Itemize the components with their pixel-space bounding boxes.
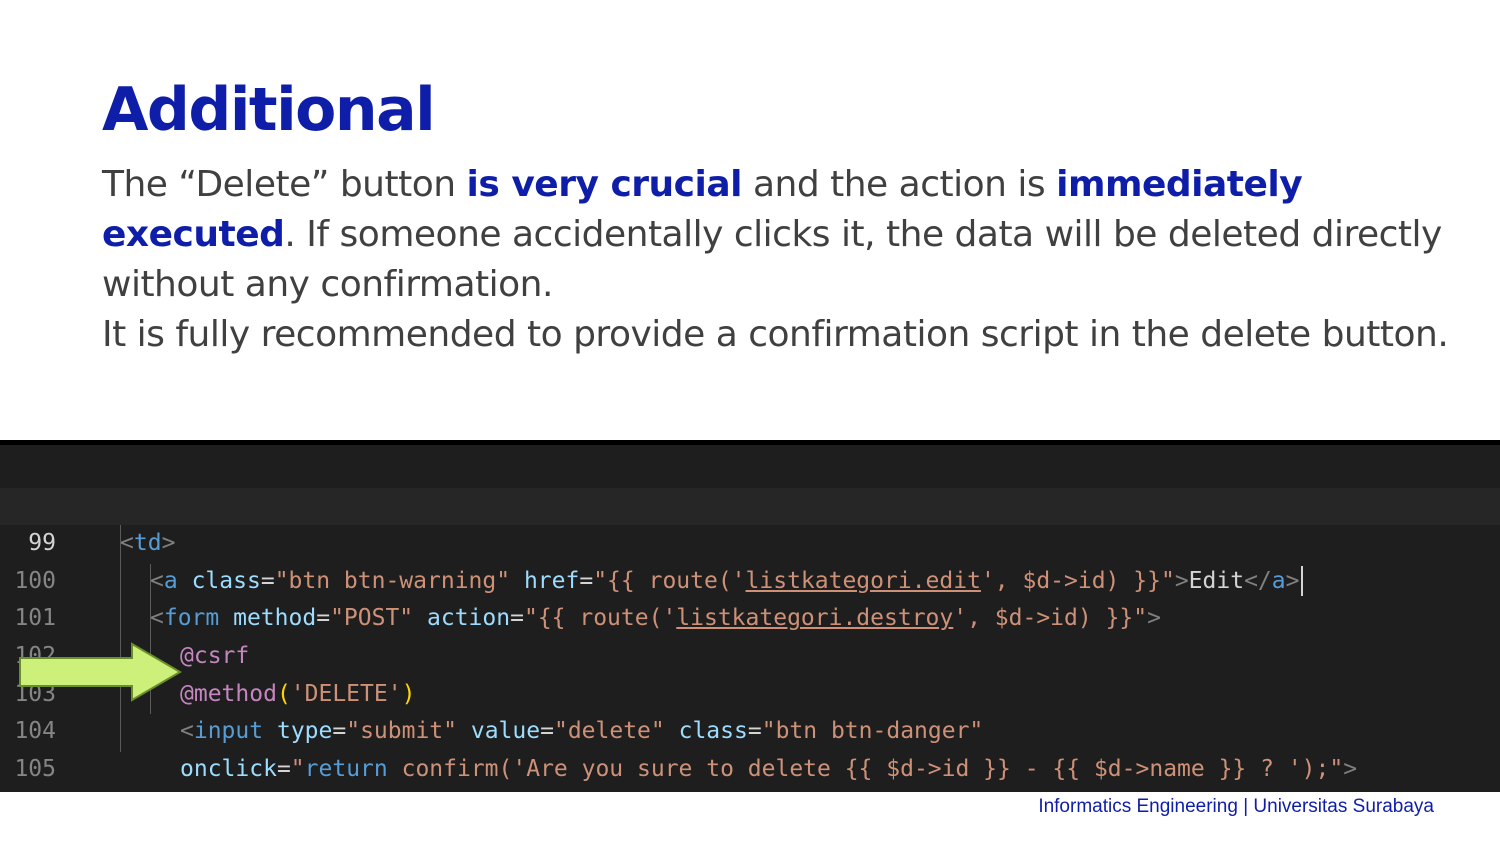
code-line-100: 100 <form method="POST" action="{{ route… [0, 525, 1500, 632]
text-segment: and the action is [742, 164, 1057, 205]
line-number: 106 [8, 788, 56, 792]
code-line-98: 98 <td> [0, 450, 1500, 557]
code-line-106: 106 </td> [0, 751, 1500, 789]
code-line-105: 105 </form> [0, 713, 1500, 782]
footer-credit: Informatics Engineering | Universitas Su… [1038, 796, 1434, 817]
code-line-102: 102 @method('DELETE') [0, 600, 1500, 707]
code-line-103: 103 <input type="submit" value="delete" … [0, 638, 1500, 745]
code-content: </form> [150, 788, 247, 792]
slide-title: Additional [102, 75, 436, 145]
code-line-104: 104 onclick="return confirm('Are you sur… [0, 676, 1500, 782]
text-segment: . If someone accidentally clicks it, the… [102, 214, 1442, 305]
paragraph-recommendation: It is fully recommended to provide a con… [102, 314, 1449, 355]
code-editor: 98 <td> 99 <a class="btn btn-warning" hr… [0, 440, 1500, 792]
text-segment: The “Delete” button [102, 164, 467, 205]
arrow-shape [19, 642, 182, 702]
code-line-99: 99 <a class="btn btn-warning" href="{{ r… [0, 487, 1500, 597]
slide-body: The “Delete” button is very crucial and … [102, 160, 1462, 360]
arrow-pointer-icon [19, 642, 182, 702]
paragraph-warning: The “Delete” button is very crucial and … [102, 160, 1462, 310]
code-line-101: 101 @csrf [0, 563, 1500, 669]
highlight-crucial: is very crucial [466, 164, 743, 205]
